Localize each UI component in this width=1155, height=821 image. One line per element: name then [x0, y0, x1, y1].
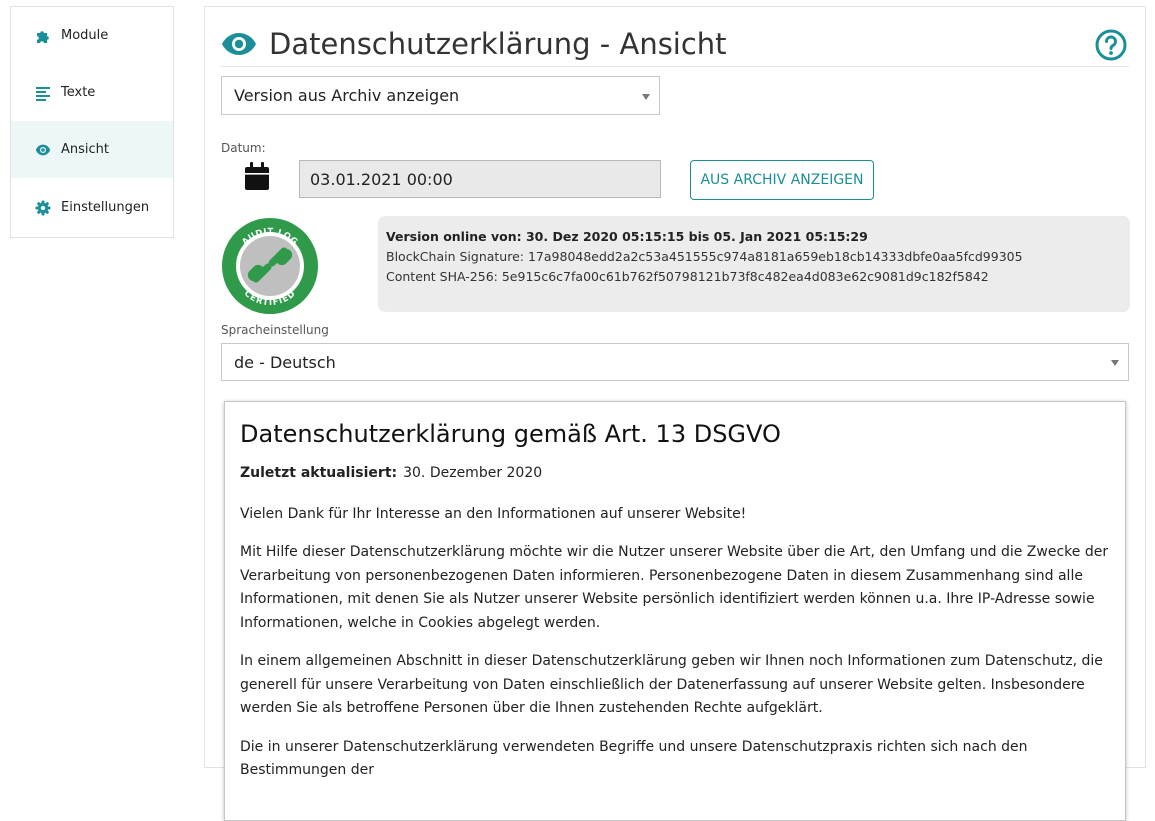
- page-title-text: Datenschutzerklärung - Ansicht: [269, 27, 727, 61]
- calendar-icon[interactable]: [244, 162, 270, 195]
- align-left-icon: [35, 85, 51, 101]
- date-label: Datum:: [221, 141, 266, 155]
- date-field-value: 03.01.2021 00:00: [310, 169, 453, 189]
- last-updated-value: 30. Dezember 2020: [403, 465, 543, 481]
- main-panel: Datenschutzerklärung - Ansicht Version a…: [204, 6, 1146, 821]
- sidebar-item-ansicht[interactable]: Ansicht: [11, 121, 173, 178]
- help-icon[interactable]: [1095, 29, 1127, 65]
- sidebar-item-label: Texte: [61, 85, 96, 100]
- version-info-box: Version online von: 30. Dez 2020 05:15:1…: [378, 216, 1130, 312]
- title-divider: [221, 66, 1129, 67]
- audit-log-certified-badge: AUDIT LOG CERTIFIED: [221, 217, 319, 319]
- sidebar-item-label: Module: [61, 28, 109, 43]
- chevron-down-icon: [642, 93, 650, 100]
- eye-icon: [35, 142, 51, 158]
- sidebar-item-label: Ansicht: [61, 142, 110, 157]
- archive-version-select[interactable]: Version aus Archiv anzeigen: [221, 76, 660, 115]
- date-field[interactable]: 03.01.2021 00:00: [299, 160, 661, 198]
- show-from-archive-button[interactable]: AUS ARCHIV ANZEIGEN: [690, 160, 874, 200]
- page-title: Datenschutzerklärung - Ansicht: [221, 27, 727, 61]
- sidebar-item-label: Einstellungen: [61, 200, 150, 215]
- blockchain-signature-text: BlockChain Signature: 17a98048edd2a2c53a…: [386, 249, 1023, 264]
- language-select[interactable]: de - Deutsch: [221, 343, 1129, 381]
- document-paragraph: Vielen Dank für Ihr Interesse an den Inf…: [240, 505, 747, 522]
- content-hash-text: Content SHA-256: 5e915c6c7fa00c61b762f50…: [386, 269, 989, 284]
- language-label: Spracheinstellung: [221, 323, 329, 337]
- version-online-text: Version online von: 30. Dez 2020 05:15:1…: [386, 229, 868, 244]
- last-updated-label: Zuletzt aktualisiert:: [240, 465, 398, 481]
- sidebar: Module Texte Ansicht Einstellungen: [10, 6, 174, 238]
- archive-select-value: Version aus Archiv anzeigen: [234, 86, 460, 105]
- puzzle-icon: [35, 28, 51, 44]
- document-preview: Datenschutzerklärung gemäß Art. 13 DSGVO…: [224, 401, 1126, 821]
- gear-icon: [35, 200, 51, 216]
- eye-icon: [221, 32, 257, 56]
- sidebar-item-module[interactable]: Module: [11, 7, 173, 64]
- sidebar-item-texte[interactable]: Texte: [11, 64, 173, 121]
- chevron-down-icon: [1111, 360, 1119, 366]
- document-heading: Datenschutzerklärung gemäß Art. 13 DSGVO: [240, 420, 781, 448]
- document-paragraph: Mit Hilfe dieser Datenschutzerklärung mö…: [240, 544, 1109, 631]
- sidebar-item-einstellungen[interactable]: Einstellungen: [11, 179, 173, 236]
- document-paragraph: In einem allgemeinen Abschnitt in dieser…: [240, 653, 1103, 716]
- last-updated: Zuletzt aktualisiert: 30. Dezember 2020: [240, 462, 1110, 486]
- document-paragraph: Die in unserer Datenschutzerklärung verw…: [240, 738, 1028, 779]
- language-select-value: de - Deutsch: [234, 352, 336, 372]
